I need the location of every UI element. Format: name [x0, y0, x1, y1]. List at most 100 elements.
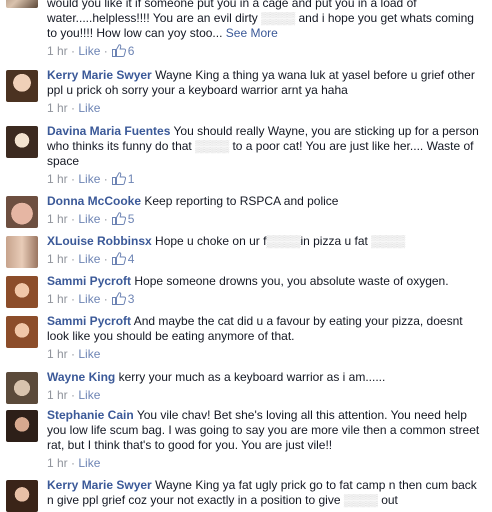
comment-body: Hope someone drowns you, you absolute wa… [134, 274, 449, 288]
comment-timestamp[interactable]: 1 hr [47, 172, 68, 186]
redacted-word: ▒▒▒▒ [195, 139, 230, 153]
comment-content: Davina Maria Fuentes You should really W… [47, 124, 484, 186]
comment-text: XLouise Robbinsx Hope u choke on ur f▒▒▒… [47, 234, 484, 249]
like-button[interactable]: Like [78, 44, 100, 58]
like-button[interactable]: Like [78, 388, 100, 402]
comment-text: Sammi Pycroft Hope someone drowns you, y… [47, 274, 484, 289]
separator-dot: · [100, 44, 108, 58]
like-count[interactable]: 3 [108, 292, 135, 306]
thumbs-up-icon [111, 172, 126, 185]
avatar[interactable] [6, 372, 38, 404]
comment-meta: 1 hr · Like · 4 [47, 252, 484, 266]
comment-content: Kerry Marie Swyer Wayne King a thing ya … [47, 68, 484, 115]
like-button[interactable]: Like [78, 172, 100, 186]
comment-author-link[interactable]: Kerry Marie Swyer [47, 68, 152, 82]
like-button[interactable]: Like [78, 101, 100, 115]
comment-text: Davina Maria Fuentes You should really W… [47, 124, 484, 169]
comment-body: Keep reporting to RSPCA and police [144, 194, 339, 208]
separator-dot: · [67, 456, 79, 470]
comment-meta: 1 hr · Like · 3 [47, 292, 484, 306]
like-count[interactable]: 1 [108, 172, 135, 186]
avatar[interactable] [6, 480, 38, 512]
separator-dot: · [100, 292, 108, 306]
see-more-link[interactable]: See More [226, 26, 278, 40]
separator-dot: · [67, 101, 79, 115]
like-count-number: 6 [127, 44, 135, 58]
avatar[interactable] [6, 410, 38, 442]
comment-meta: 1 hr · Like · 5 [47, 212, 484, 226]
thumbs-up-icon [111, 212, 126, 225]
comment-meta: 1 hr · Like [47, 347, 484, 361]
comment-text: Wayne King kerry your much as a keyboard… [47, 370, 484, 385]
like-button[interactable]: Like [78, 212, 100, 226]
comment-body: Hope u choke on ur f [155, 234, 267, 248]
comment-timestamp[interactable]: 1 hr [47, 101, 68, 115]
comment-text: Sammi Pycroft And maybe the cat did u a … [47, 314, 484, 344]
comment-author-link[interactable]: Wayne King [47, 370, 115, 384]
comment-text: Stephanie Cain You vile chav! Bet she's … [47, 408, 484, 453]
comment-author-link[interactable]: Sammi Pycroft [47, 274, 131, 288]
comment-timestamp[interactable]: 1 hr [47, 252, 68, 266]
comment-text: would you like it if someone put you in … [47, 0, 484, 41]
thumbs-up-icon [111, 44, 126, 57]
comment-content: Stephanie Cain You vile chav! Bet she's … [47, 408, 484, 470]
avatar[interactable] [6, 196, 38, 228]
like-count[interactable]: 6 [108, 44, 135, 58]
avatar[interactable] [6, 276, 38, 308]
avatar[interactable] [6, 236, 38, 268]
comment-meta: 1 hr · Like · 1 [47, 172, 484, 186]
avatar[interactable] [6, 0, 38, 8]
like-button[interactable]: Like [78, 456, 100, 470]
comment-author-link[interactable]: Kerry Marie Swyer [47, 478, 152, 492]
comment-body-continued: in pizza u fat [300, 234, 372, 248]
comment-body-continued: out [377, 493, 398, 507]
like-button[interactable]: Like [78, 347, 100, 361]
separator-dot: · [67, 44, 79, 58]
comment-timestamp[interactable]: 1 hr [47, 292, 68, 306]
redacted-word: ▒▒▒▒ [343, 493, 378, 507]
like-count-number: 5 [127, 212, 135, 226]
comment-meta: 1 hr · Like · 6 [47, 44, 484, 58]
comment-body: kerry your much as a keyboard warrior as… [118, 370, 386, 384]
comment-timestamp[interactable]: 1 hr [47, 44, 68, 58]
avatar[interactable] [6, 316, 38, 348]
separator-dot: · [100, 172, 108, 186]
comment-meta: 1 hr · Like [47, 101, 484, 115]
comment-content: Kerry Marie Swyer Wayne King ya fat ugly… [47, 478, 484, 508]
avatar[interactable] [6, 126, 38, 158]
like-count-number: 1 [127, 172, 135, 186]
comment-content: XLouise Robbinsx Hope u choke on ur f▒▒▒… [47, 234, 484, 266]
redacted-word: ▒▒▒▒ [261, 11, 296, 25]
comment-text: Kerry Marie Swyer Wayne King a thing ya … [47, 68, 484, 98]
comment-author-link[interactable]: Stephanie Cain [47, 408, 134, 422]
separator-dot: · [67, 292, 79, 306]
comment-author-link[interactable]: XLouise Robbinsx [47, 234, 152, 248]
comment-content: Sammi Pycroft And maybe the cat did u a … [47, 314, 484, 361]
comment-timestamp[interactable]: 1 hr [47, 212, 68, 226]
redacted-word: ▒▒▒▒ [266, 234, 301, 248]
comment-text: Kerry Marie Swyer Wayne King ya fat ugly… [47, 478, 484, 508]
comment-author-link[interactable]: Donna McCooke [47, 194, 141, 208]
comment-content: Wayne King kerry your much as a keyboard… [47, 370, 484, 402]
like-button[interactable]: Like [78, 292, 100, 306]
like-count-number: 3 [127, 292, 135, 306]
comment-content: Sammi Pycroft Hope someone drowns you, y… [47, 274, 484, 306]
separator-dot: · [67, 172, 79, 186]
comment-feed: would you like it if someone put you in … [0, 0, 492, 512]
avatar[interactable] [6, 70, 38, 102]
like-button[interactable]: Like [78, 252, 100, 266]
comment-timestamp[interactable]: 1 hr [47, 456, 68, 470]
comment-timestamp[interactable]: 1 hr [47, 347, 68, 361]
separator-dot: · [67, 252, 79, 266]
like-count-number: 4 [127, 252, 135, 266]
thumbs-up-icon [111, 252, 126, 265]
comment-author-link[interactable]: Sammi Pycroft [47, 314, 131, 328]
like-count[interactable]: 5 [108, 212, 135, 226]
comment-text: Donna McCooke Keep reporting to RSPCA an… [47, 194, 484, 209]
comment-timestamp[interactable]: 1 hr [47, 388, 68, 402]
separator-dot: · [67, 212, 79, 226]
like-count[interactable]: 4 [108, 252, 135, 266]
separator-dot: · [100, 212, 108, 226]
comment-author-link[interactable]: Davina Maria Fuentes [47, 124, 170, 138]
separator-dot: · [67, 347, 79, 361]
